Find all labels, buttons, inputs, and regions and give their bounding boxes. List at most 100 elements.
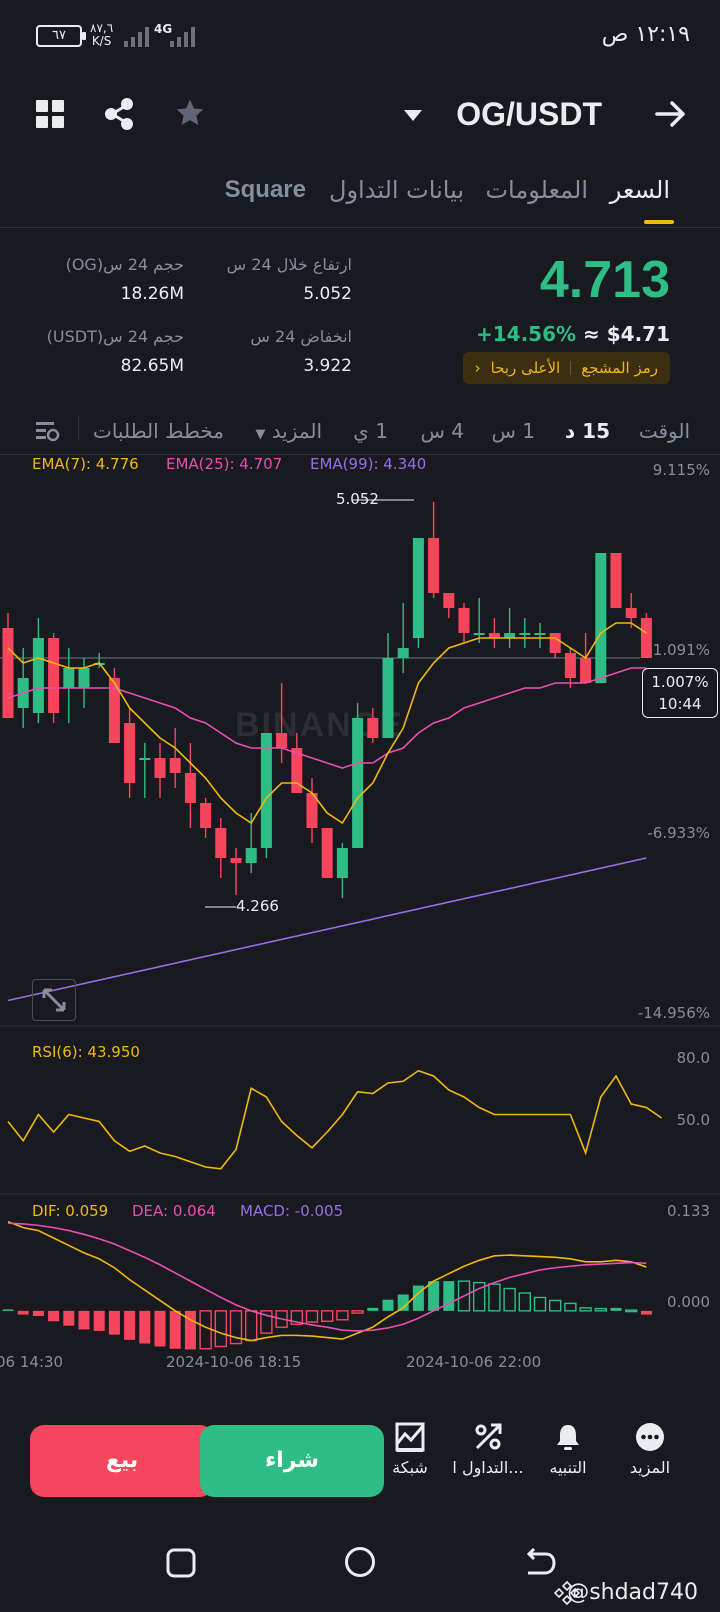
macd-histogram [2, 1280, 652, 1350]
depth-chart-tab[interactable]: مخطط الطلبات [93, 419, 224, 443]
interval-more[interactable]: المزيد ▼ [255, 419, 322, 443]
interval-1d[interactable]: 1 ي [353, 419, 388, 443]
macd-bar [518, 1292, 531, 1312]
tab-square[interactable]: Square [225, 176, 306, 204]
candle-body [336, 848, 348, 878]
stat-low-value: 3.922 [303, 356, 352, 376]
price-usd: ≈ $4.71 [583, 322, 670, 346]
macd-bar [169, 1310, 181, 1349]
grid-icon[interactable] [36, 100, 64, 132]
candle-body [139, 758, 151, 760]
dropdown-caret-icon[interactable] [404, 110, 422, 121]
legend-ema25: EMA(25): 4.707 [166, 455, 283, 473]
more-button[interactable]: المزيد [610, 1422, 690, 1477]
chart-settings-icon[interactable] [34, 419, 60, 447]
net-speed: ٨٧,٦ K/S [90, 22, 113, 48]
macd-bar [503, 1287, 516, 1312]
interval-15m[interactable]: 15 د [565, 419, 610, 443]
battery-indicator: ٦٧ [36, 25, 86, 47]
high-marker-label: 5.052 [336, 490, 379, 508]
x-tick-2: 2024-10-06 18:15 [166, 1353, 302, 1371]
macd-bar [564, 1302, 577, 1312]
macd-bar [108, 1310, 120, 1335]
legend-dea: DEA: 0.064 [132, 1202, 216, 1220]
tag-badges[interactable]: رمز المشجع الأعلى ربحا ‹ [462, 352, 670, 384]
ema99-line [7, 857, 647, 1002]
macd-bar [443, 1281, 455, 1311]
macd-bar [17, 1310, 29, 1315]
trade-label: التداول ا... [452, 1458, 524, 1477]
macd-bar [305, 1310, 319, 1323]
macd-bar [139, 1310, 151, 1344]
interval-time-label[interactable]: الوقت [639, 419, 690, 443]
bell-icon [557, 1425, 579, 1450]
macd-bar [594, 1307, 607, 1312]
back-nav-icon[interactable] [524, 1547, 558, 1582]
tab-bar: السعر المعلومات بيانات التداول Square [0, 170, 720, 228]
tab-info[interactable]: المعلومات [485, 176, 588, 204]
recents-icon[interactable] [166, 1548, 196, 1582]
candle-body [443, 593, 455, 608]
legend-ema99: EMA(99): 4.340 [310, 455, 427, 473]
expand-icon[interactable] [32, 979, 76, 1021]
candle-body [564, 653, 576, 678]
alert-button[interactable]: التنبيه [528, 1422, 608, 1477]
candles-group [2, 502, 652, 898]
candle-body [625, 608, 637, 618]
macd-bar [488, 1283, 501, 1312]
candle-body [321, 828, 333, 878]
grid-trading-button[interactable]: شبكة [370, 1422, 450, 1477]
alert-label: التنبيه [549, 1458, 587, 1477]
stat-vol-base-label: حجم 24 س(OG) [65, 255, 184, 274]
home-icon[interactable] [344, 1546, 376, 1582]
pair-title[interactable]: OG/USDT [456, 96, 602, 133]
axis-pct-bottom: -14.956% [637, 1004, 710, 1022]
candle-body [230, 858, 242, 863]
current-pct: 1.007% [651, 673, 709, 691]
kline-chart[interactable]: BINANCE EMA(7): 4.776 EMA(25): 4.707 EMA… [0, 455, 720, 1388]
stat-high-value: 5.052 [303, 284, 352, 304]
macd-bar [214, 1310, 228, 1348]
price-change-row: +14.56% ≈ $4.71 [476, 322, 670, 346]
candle-body [124, 723, 136, 783]
macd-bar [199, 1310, 212, 1350]
stat-low-label: انخفاض 24 س [250, 327, 352, 346]
axis-pct-top: 9.115% [652, 461, 710, 479]
candle-body [367, 718, 379, 738]
candle-body [473, 633, 485, 635]
status-time: ١٢:١٩ ص [601, 22, 690, 47]
stat-high-label: ارتفاع خلال 24 س [226, 255, 352, 274]
macd-bar [78, 1310, 90, 1330]
buy-button[interactable]: شراء [200, 1425, 384, 1497]
price-change: +14.56% [475, 322, 577, 346]
candle-body [200, 803, 212, 828]
interval-1h[interactable]: 1 س [491, 419, 535, 443]
action-bar: بيع شراء شبكة التداول ا... التنبيه المزي… [0, 1392, 720, 1502]
axis-rsi-50: 50.0 [676, 1111, 710, 1129]
axis-macd-top: 0.133 [667, 1202, 710, 1220]
share-icon[interactable] [104, 98, 134, 134]
macd-bar [640, 1310, 652, 1315]
tab-active-indicator [644, 220, 674, 224]
tab-price[interactable]: السعر [610, 176, 670, 204]
macd-bar [48, 1310, 60, 1322]
back-arrow-icon[interactable] [654, 100, 686, 132]
star-icon[interactable] [174, 97, 206, 133]
candle-body [215, 828, 227, 858]
macd-bar [93, 1310, 105, 1331]
candle-body [154, 758, 166, 778]
candle-body [519, 633, 531, 635]
sell-button[interactable]: بيع [30, 1425, 214, 1497]
chart-canvas[interactable] [0, 458, 720, 1388]
trade-button[interactable]: التداول ا... [448, 1422, 528, 1477]
interval-4h[interactable]: 4 س [420, 419, 464, 443]
interval-more-label: المزيد [271, 419, 322, 443]
chevron-left-icon: ‹ [474, 359, 481, 377]
grid-bot-icon [395, 1422, 425, 1452]
candle-body [245, 848, 257, 863]
ema99-path [7, 857, 647, 1002]
candle-body [595, 553, 607, 683]
caret-down-icon: ▼ [255, 427, 266, 442]
more-dots-icon [636, 1423, 664, 1451]
tab-trading-data[interactable]: بيانات التداول [329, 176, 464, 204]
